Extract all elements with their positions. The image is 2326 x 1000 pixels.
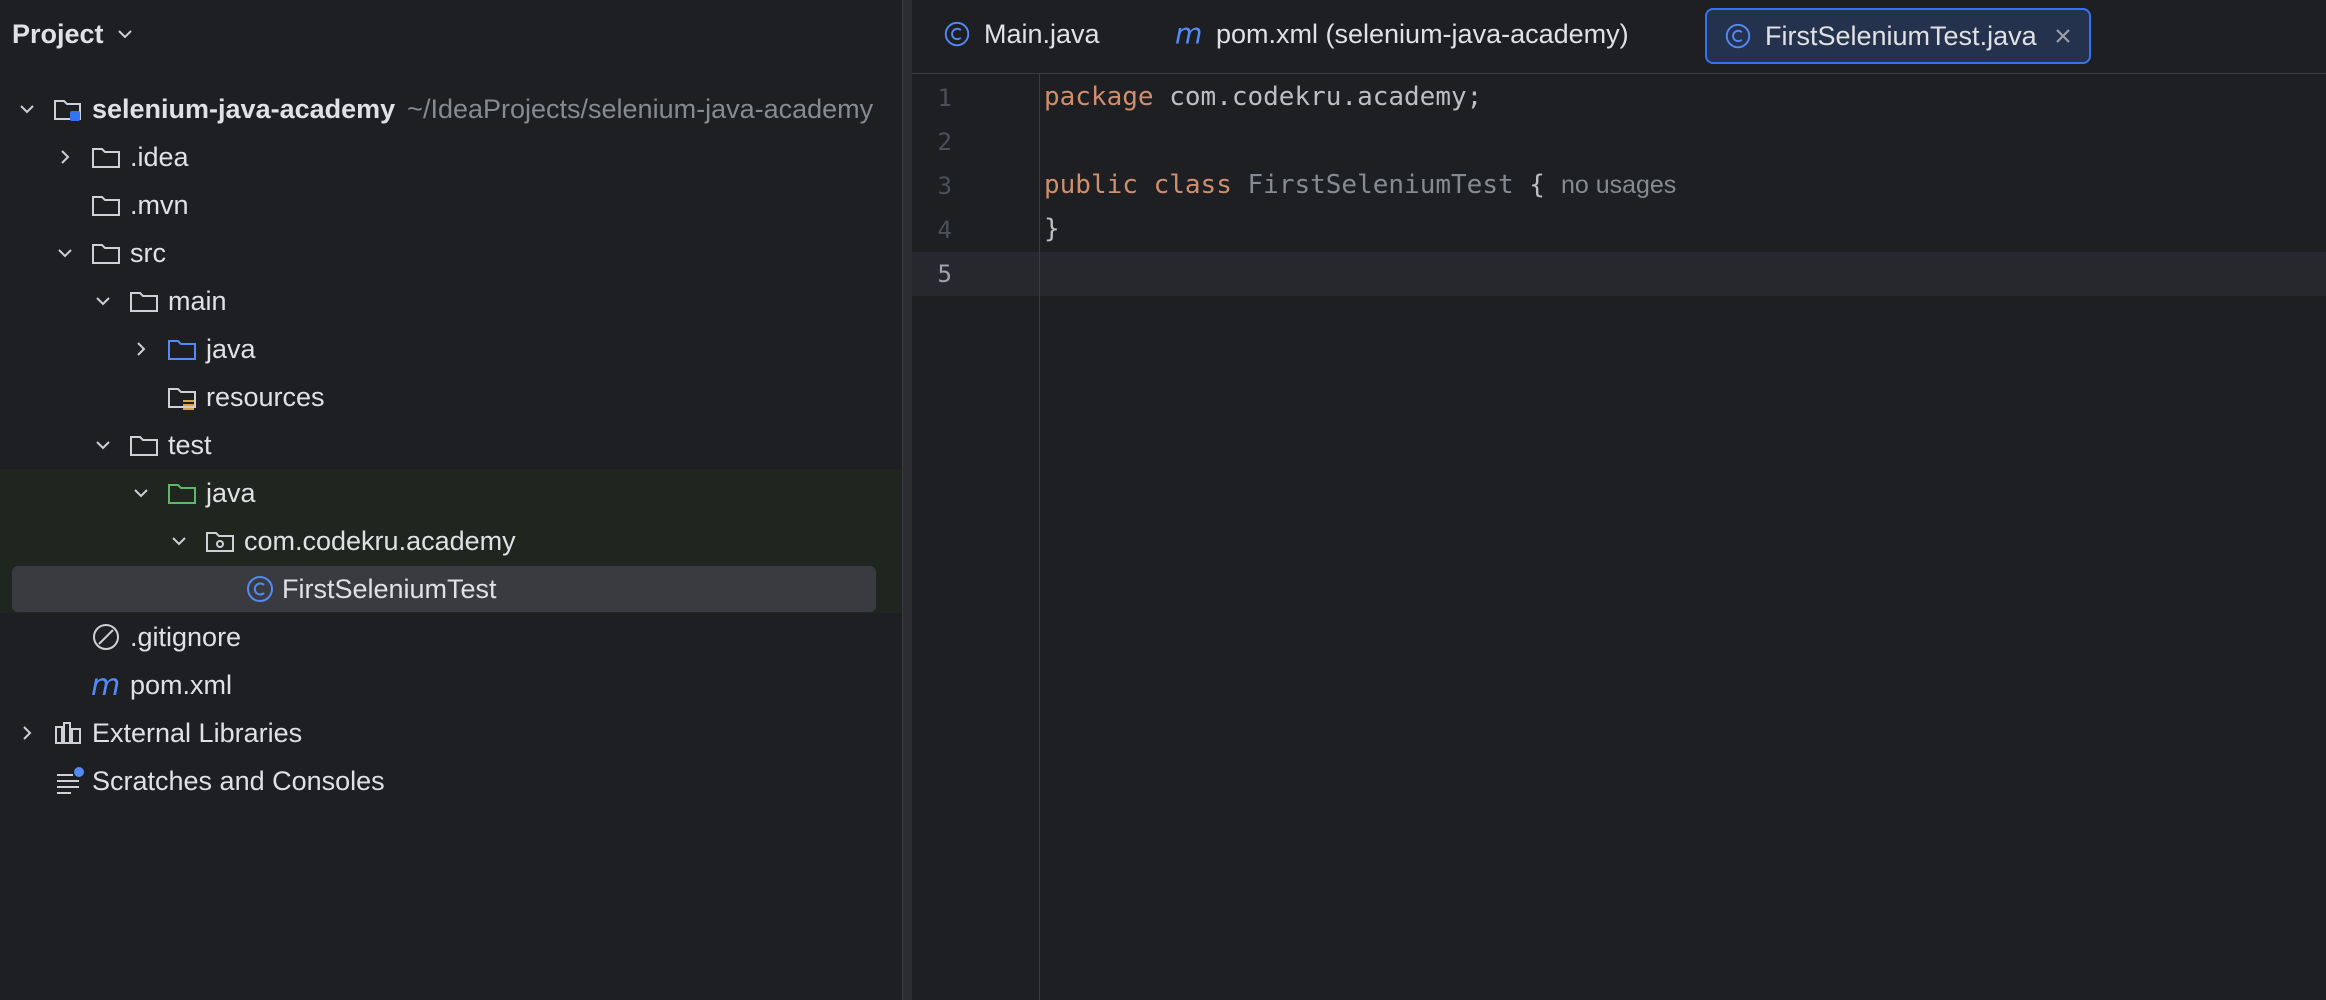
tree-item-label: selenium-java-academy (92, 94, 396, 124)
panel-title: Project (12, 18, 104, 49)
tree-item-test[interactable]: test (0, 421, 904, 469)
current-line-highlight (912, 252, 2326, 296)
tree-item-label: com.codekru.academy (244, 526, 516, 556)
tree-item-gitignore[interactable]: .gitignore (0, 613, 904, 661)
tab-first-selenium-test[interactable]: FirstSeleniumTest.java (1705, 8, 2091, 64)
svg-text:m: m (1175, 19, 1202, 49)
chevron-right-icon[interactable] (54, 146, 76, 168)
code-line-4: } (1044, 214, 1060, 244)
test-source-folder-icon (166, 477, 198, 509)
tree-item-package[interactable]: com.codekru.academy (0, 517, 904, 565)
source-folder-icon (166, 333, 198, 365)
tree-item-first-selenium-test[interactable]: FirstSeleniumTest (0, 565, 904, 613)
tree-item-label: main (168, 286, 227, 316)
line-number: 1 (937, 84, 952, 112)
tree-item-mvn[interactable]: .mvn (0, 181, 904, 229)
tree-item-pom-xml[interactable]: m pom.xml (0, 661, 904, 709)
svg-text:m: m (91, 669, 120, 701)
usages-inlay-hint[interactable]: no usages (1561, 171, 1676, 199)
libraries-icon (52, 717, 84, 749)
scratches-icon (54, 765, 86, 797)
chevron-down-icon[interactable] (92, 290, 114, 312)
tree-item-label: java (206, 334, 256, 364)
tree-item-main-java[interactable]: java (0, 325, 904, 373)
tree-item-main[interactable]: main (0, 277, 904, 325)
code-line-1: package com.codekru.academy; (1044, 82, 1482, 112)
chevron-down-icon[interactable] (130, 482, 152, 504)
line-number: 2 (937, 128, 952, 156)
folder-icon (90, 189, 122, 221)
tree-item-resources[interactable]: resources (0, 373, 904, 421)
folder-icon (128, 429, 160, 461)
keyword: class (1153, 170, 1232, 200)
tab-label: FirstSeleniumTest.java (1765, 20, 2037, 51)
keyword: package (1044, 82, 1154, 112)
project-view-selector[interactable]: Project (12, 14, 136, 54)
editor-area: Main.java m pom.xml (selenium-java-acade… (912, 0, 2326, 1000)
chevron-right-icon[interactable] (16, 722, 38, 744)
code-line-3: public class FirstSeleniumTest { no usage… (1044, 170, 1676, 200)
folder-icon (90, 237, 122, 269)
editor-tab-bar: Main.java m pom.xml (selenium-java-acade… (912, 0, 2326, 74)
maven-icon: m (1174, 19, 1204, 49)
chevron-down-icon (114, 23, 136, 45)
folder-icon (128, 285, 160, 317)
class-name: FirstSeleniumTest (1247, 170, 1514, 200)
tab-pom-xml[interactable]: m pom.xml (selenium-java-academy) (1174, 8, 1629, 60)
tree-item-idea[interactable]: .idea (0, 133, 904, 181)
tree-item-label: resources (206, 382, 325, 412)
tree-item-label: java (206, 478, 256, 508)
java-class-icon (244, 573, 276, 605)
tree-item-label: FirstSeleniumTest (282, 574, 497, 604)
chevron-down-icon[interactable] (92, 434, 114, 456)
tree-item-label: External Libraries (92, 718, 303, 748)
java-class-icon (942, 19, 972, 49)
tree-item-label: Scratches and Consoles (92, 766, 385, 796)
keyword: public (1044, 170, 1138, 200)
line-number: 4 (937, 216, 952, 244)
java-class-icon (1723, 21, 1753, 51)
tree-item-label: .gitignore (130, 622, 242, 652)
tab-label: Main.java (984, 18, 1100, 49)
tree-item-label: .mvn (130, 190, 189, 220)
tree-item-project-root[interactable]: selenium-java-academy ~/IdeaProjects/sele… (0, 85, 904, 133)
tree-item-scratches[interactable]: Scratches and Consoles (0, 757, 904, 805)
close-icon[interactable] (2053, 26, 2073, 46)
maven-icon: m (90, 669, 122, 701)
project-path-hint: ~/IdeaProjects/selenium-java-academy (407, 94, 874, 124)
line-number: 3 (937, 172, 952, 200)
tree-item-label: pom.xml (130, 670, 233, 700)
module-folder-icon (52, 93, 84, 125)
tab-label: pom.xml (selenium-java-academy) (1216, 18, 1629, 49)
chevron-down-icon[interactable] (54, 242, 76, 264)
package-icon (204, 525, 236, 557)
tree-item-label: .idea (130, 142, 189, 172)
chevron-down-icon[interactable] (16, 98, 38, 120)
tree-item-external-libraries[interactable]: External Libraries (0, 709, 904, 757)
brace: } (1044, 214, 1060, 244)
tree-item-src[interactable]: src (0, 229, 904, 277)
project-tool-window: Project selenium-java-academy ~/IdeaProje… (0, 0, 904, 1000)
tab-main-java[interactable]: Main.java (942, 8, 1100, 60)
brace: { (1513, 170, 1545, 200)
tree-item-test-java[interactable]: java (0, 469, 904, 517)
chevron-down-icon[interactable] (168, 530, 190, 552)
package-name: com.codekru.academy; (1153, 82, 1483, 112)
folder-icon (90, 141, 122, 173)
gitignore-icon (90, 621, 122, 653)
line-number-gutter[interactable]: 1 2 3 4 5 (912, 74, 1040, 1000)
tree-item-label: test (168, 430, 212, 460)
resources-folder-icon (166, 381, 198, 413)
chevron-right-icon[interactable] (130, 338, 152, 360)
line-number: 5 (937, 260, 952, 288)
tree-item-label: src (130, 238, 166, 268)
